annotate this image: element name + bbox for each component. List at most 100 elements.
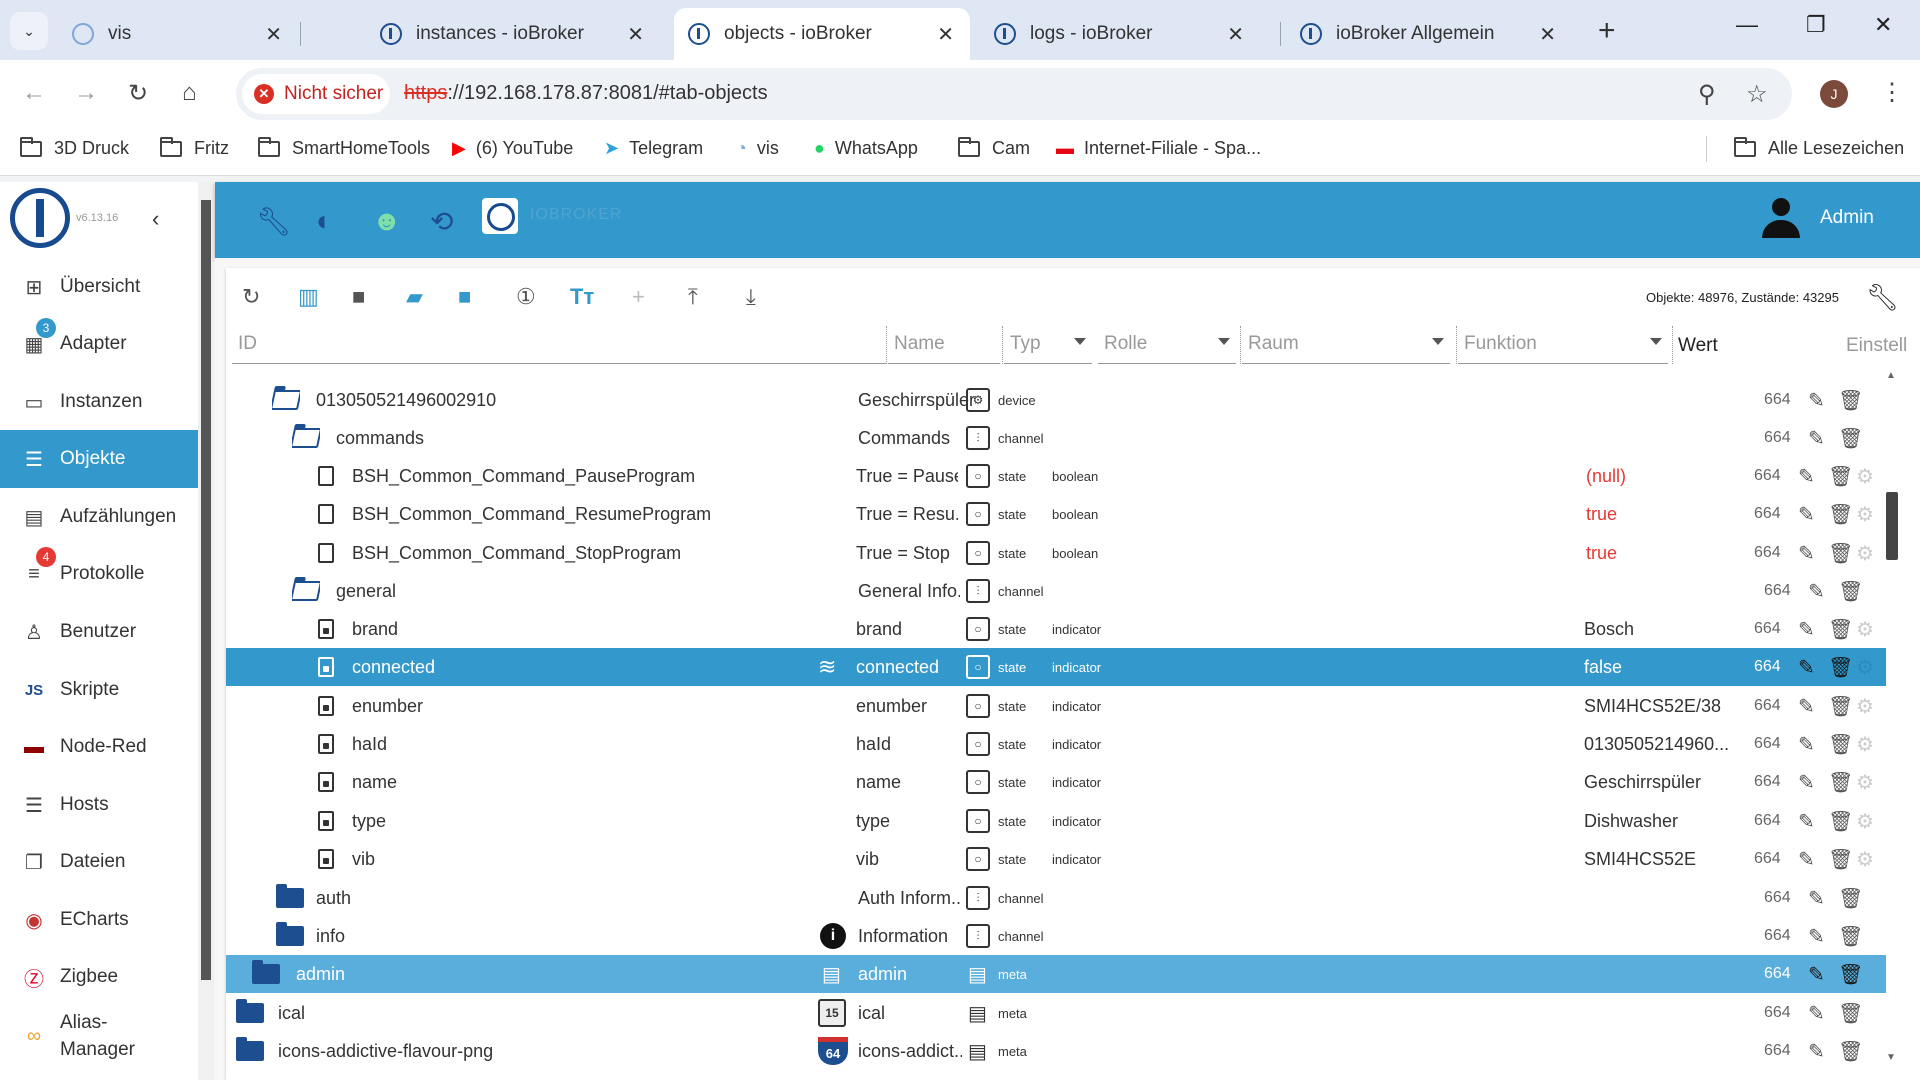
scroll-up-icon[interactable]: ▲ <box>1886 370 1896 381</box>
gear-icon[interactable]: ⚙ <box>1856 763 1874 801</box>
table-row[interactable]: vib vib ○ state indicator SMI4HCS52E 664… <box>226 840 1886 878</box>
user-menu[interactable]: Admin <box>1762 198 1874 238</box>
gear-icon[interactable]: ⚙ <box>1856 495 1874 533</box>
delete-icon[interactable]: 🗑︎ <box>1828 687 1853 725</box>
folder-icon[interactable] <box>252 955 280 993</box>
bookmark-cam[interactable]: Cam <box>958 136 1030 159</box>
close-icon[interactable]: ✕ <box>265 22 282 47</box>
edit-icon[interactable]: ✎ <box>1798 687 1815 725</box>
table-row[interactable]: ical 15 ical ▤ meta 664 ✎ 🗑︎ <box>226 994 1886 1032</box>
delete-icon[interactable]: 🗑︎ <box>1838 994 1863 1032</box>
expert-mode-icon[interactable]: ☻ <box>372 205 401 237</box>
object-value[interactable]: SMI4HCS52E/38 <box>1584 687 1721 725</box>
folder-closed-icon[interactable]: ■ <box>352 284 365 310</box>
minimize-icon[interactable]: — <box>1736 12 1758 38</box>
room-filter-select[interactable]: Raum <box>1242 324 1450 364</box>
table-row[interactable]: BSH_Common_Command_StopProgram True = St… <box>226 534 1886 572</box>
delete-icon[interactable]: 🗑︎ <box>1828 840 1853 878</box>
edit-icon[interactable]: ✎ <box>1808 572 1825 610</box>
settings-wrench-icon[interactable]: 🔧︎ <box>1866 282 1899 313</box>
delete-icon[interactable]: 🗑︎ <box>1828 495 1853 533</box>
close-icon[interactable]: ✕ <box>1539 22 1556 47</box>
object-value[interactable]: false <box>1584 648 1622 686</box>
table-row[interactable]: type type ○ state indicator Dishwasher 6… <box>226 802 1886 840</box>
edit-icon[interactable]: ✎ <box>1798 763 1815 801</box>
object-value[interactable]: (null) <box>1586 457 1626 495</box>
all-bookmarks[interactable]: Alle Lesezeichen <box>1734 136 1904 159</box>
edit-icon[interactable]: ✎ <box>1798 457 1815 495</box>
scroll-down-icon[interactable]: ▼ <box>1886 1052 1896 1063</box>
sidebar-item-uebersicht[interactable]: ⊞ Übersicht <box>0 258 198 316</box>
refresh-icon[interactable]: ↻ <box>242 284 260 310</box>
role-filter-select[interactable]: Rolle <box>1098 324 1236 364</box>
tab-iobroker-allgemein[interactable]: ioBroker Allgemein ✕ <box>1286 8 1572 60</box>
column-divider[interactable] <box>1672 326 1673 364</box>
object-value[interactable]: SMI4HCS52E <box>1584 840 1696 878</box>
gear-icon[interactable]: ⚙ <box>1856 687 1874 725</box>
edit-icon[interactable]: ✎ <box>1798 648 1815 686</box>
security-chip[interactable]: ✕ Nicht sicher <box>242 74 390 114</box>
object-value[interactable]: Dishwasher <box>1584 802 1678 840</box>
collapse-sidebar-icon[interactable]: ‹ <box>152 206 159 232</box>
sidebar-item-adapter[interactable]: ▦ Adapter <box>0 315 198 373</box>
add-icon[interactable]: + <box>632 284 645 310</box>
edit-icon[interactable]: ✎ <box>1808 1032 1825 1070</box>
object-value[interactable]: true <box>1586 495 1617 533</box>
column-divider[interactable] <box>1002 326 1003 364</box>
delete-icon[interactable]: 🗑︎ <box>1828 610 1853 648</box>
folder-icon[interactable] <box>276 879 304 917</box>
folder-open-icon[interactable] <box>292 419 320 457</box>
object-value[interactable]: Geschirrspüler <box>1584 763 1701 801</box>
table-row[interactable]: BSH_Common_Command_PauseProgram True = P… <box>226 457 1886 495</box>
bookmark-smarthometools[interactable]: SmartHomeTools <box>258 136 430 159</box>
bookmark-youtube[interactable]: ▶ (6) YouTube <box>452 138 573 159</box>
table-row[interactable]: auth Auth Inform... ⫶ channel 664 ✎ 🗑︎ <box>226 879 1886 917</box>
sidebar-item-protokolle[interactable]: ≡ Protokolle <box>0 545 198 603</box>
edit-icon[interactable]: ✎ <box>1808 419 1825 457</box>
object-value[interactable]: 0130505214960... <box>1584 725 1729 763</box>
table-row[interactable]: commands Commands ⫶ channel 664 ✎ 🗑︎ <box>226 419 1886 457</box>
expand-level-icon[interactable]: ① <box>516 284 536 310</box>
edit-icon[interactable]: ✎ <box>1808 955 1825 993</box>
table-row[interactable]: icons-addictive-flavour-png 64 icons-add… <box>226 1032 1886 1070</box>
sidebar-item-benutzer[interactable]: ♙ Benutzer <box>0 603 198 661</box>
bookmark-telegram[interactable]: ➤ Telegram <box>604 138 703 159</box>
folder-icon[interactable] <box>236 994 264 1032</box>
delete-icon[interactable]: 🗑︎ <box>1828 725 1853 763</box>
edit-icon[interactable]: ✎ <box>1808 917 1825 955</box>
edit-icon[interactable]: ✎ <box>1798 534 1815 572</box>
sync-disabled-icon[interactable]: ⟲ <box>430 205 453 238</box>
new-tab-button[interactable]: + <box>1598 14 1616 48</box>
restore-icon[interactable]: ❐ <box>1806 12 1826 38</box>
delete-icon[interactable]: 🗑︎ <box>1838 1032 1863 1070</box>
table-row[interactable]: general General Info... ⫶ channel 664 ✎ … <box>226 572 1886 610</box>
table-row-highlighted[interactable]: admin ▤ admin ▤ meta 664 ✎ 🗑︎ <box>226 955 1886 993</box>
edit-icon[interactable]: ✎ <box>1798 495 1815 533</box>
bookmark-star-icon[interactable]: ☆ <box>1746 80 1768 109</box>
delete-icon[interactable]: 🗑︎ <box>1828 648 1853 686</box>
bookmark-3d-druck[interactable]: 3D Druck <box>20 136 129 159</box>
sidebar-scrollbar[interactable] <box>198 182 214 1080</box>
folder-icon[interactable] <box>276 917 304 955</box>
tab-vis[interactable]: vis ✕ <box>58 8 298 60</box>
sidebar-item-echarts[interactable]: ◉ ECharts <box>0 891 198 949</box>
object-value[interactable]: Bosch <box>1584 610 1634 648</box>
gear-icon[interactable]: ⚙ <box>1856 534 1874 572</box>
collapse-one-icon[interactable]: ■ <box>458 284 471 310</box>
delete-icon[interactable]: 🗑︎ <box>1838 879 1863 917</box>
id-filter-input[interactable]: ID <box>232 324 886 364</box>
back-arrow-icon[interactable]: ← <box>22 79 46 107</box>
edit-icon[interactable]: ✎ <box>1808 381 1825 419</box>
edit-icon[interactable]: ✎ <box>1798 802 1815 840</box>
folder-open-icon[interactable] <box>272 381 300 419</box>
sidebar-item-hosts[interactable]: ☰ Hosts <box>0 776 198 834</box>
sidebar-item-alias-manager[interactable]: ∞ Alias-Manager <box>0 1006 198 1066</box>
wrench-icon[interactable]: 🔧︎ <box>256 205 292 238</box>
zoom-icon[interactable]: ⚲ <box>1698 80 1716 109</box>
column-divider[interactable] <box>1456 326 1457 364</box>
gear-icon[interactable]: ⚙ <box>1856 610 1874 648</box>
objects-scrollbar[interactable]: ▲ ▼ <box>1884 370 1900 1070</box>
table-row[interactable]: BSH_Common_Command_ResumeProgram True = … <box>226 495 1886 533</box>
edit-icon[interactable]: ✎ <box>1798 610 1815 648</box>
edit-icon[interactable]: ✎ <box>1798 840 1815 878</box>
